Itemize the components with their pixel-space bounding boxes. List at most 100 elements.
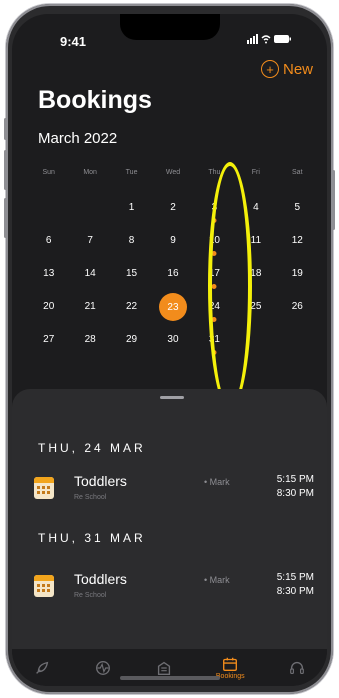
tab-building[interactable] xyxy=(155,659,173,677)
calendar-icon xyxy=(34,477,54,499)
booking-times: 5:15 PM 8:30 PM xyxy=(277,571,314,599)
building-icon xyxy=(157,661,171,675)
booking-title: Toddlers xyxy=(74,473,127,489)
calendar-day-number: 29 xyxy=(126,334,138,345)
calendar-day[interactable]: 8 xyxy=(111,227,152,260)
month-label[interactable]: March 2022 xyxy=(38,130,117,147)
calendar-day[interactable]: 15 xyxy=(111,260,152,293)
calendar-day-number: 1 xyxy=(128,202,135,213)
calendar-day-number: 6 xyxy=(45,235,52,246)
calendar-day[interactable]: 1 xyxy=(111,194,152,227)
calendar-day[interactable]: 16 xyxy=(152,260,193,293)
calendar-day-number: 13 xyxy=(43,268,55,279)
booking-subtitle: Re School xyxy=(74,494,107,501)
volume-down-button xyxy=(4,198,7,238)
tab-rocket[interactable] xyxy=(33,659,51,677)
calendar-day[interactable]: 12 xyxy=(277,227,318,260)
calendar-day-number: 21 xyxy=(84,301,96,312)
calendar-icon xyxy=(34,575,54,597)
calendar-day[interactable]: 27 xyxy=(28,326,69,359)
calendar-day[interactable]: 2 xyxy=(152,194,193,227)
booking-start: 5:15 PM xyxy=(276,474,314,485)
new-booking-button[interactable]: + New xyxy=(260,60,313,78)
booking-start: 5:15 PM xyxy=(276,572,314,583)
sheet-grabber[interactable] xyxy=(160,396,184,399)
calendar-icon xyxy=(223,657,238,671)
weekday-label: Sun xyxy=(42,169,55,176)
calendar-day[interactable]: 21 xyxy=(69,293,110,326)
new-booking-label: New xyxy=(282,60,313,78)
calendar-day-number: 28 xyxy=(84,334,96,345)
booking-item[interactable]: Toddlers Re School • Mark 5:15 PM 8:30 P… xyxy=(34,473,314,513)
calendar-empty-cell xyxy=(277,326,318,359)
booking-item[interactable]: Toddlers Re School • Mark 5:15 PM 8:30 P… xyxy=(34,571,314,611)
notch xyxy=(120,14,220,40)
calendar-day-number: 15 xyxy=(126,268,138,279)
calendar-day-number: 20 xyxy=(43,301,55,312)
calendar-day-number: 14 xyxy=(84,268,96,279)
calendar-empty-cell xyxy=(69,194,110,227)
tab-activity[interactable] xyxy=(94,659,112,677)
calendar-day[interactable]: 19 xyxy=(277,260,318,293)
booking-times: 5:15 PM 8:30 PM xyxy=(277,473,314,501)
calendar-day-number: 8 xyxy=(128,235,135,246)
power-button xyxy=(332,170,335,230)
weekday-label: Wed xyxy=(165,169,181,176)
weekday-label: Sat xyxy=(292,169,303,176)
bookings-sheet: THU, 24 MAR Toddlers Re School • Mark 5:… xyxy=(12,389,327,649)
calendar-day-number: 2 xyxy=(170,202,176,213)
calendar-day[interactable]: 28 xyxy=(69,326,110,359)
booking-person: • Mark xyxy=(204,477,230,487)
booking-person: • Mark xyxy=(204,575,230,585)
signal-wifi-battery-icon xyxy=(247,34,291,44)
calendar-day-number: 22 xyxy=(126,301,138,312)
support-icon xyxy=(289,661,304,674)
tab-bookings-label: Bookings xyxy=(215,673,245,680)
calendar-day[interactable]: 5 xyxy=(277,194,318,227)
booking-title: Toddlers xyxy=(74,571,127,587)
booking-end: 8:30 PM xyxy=(276,488,314,499)
calendar-day[interactable]: 30 xyxy=(152,326,193,359)
calendar-day-number: 11 xyxy=(250,235,262,246)
calendar-day[interactable]: 7 xyxy=(69,227,110,260)
annotation-ellipse xyxy=(208,162,252,410)
status-icons xyxy=(247,34,291,47)
calendar-grid: 1 2 3 4 5 6 7 8 9 10 11 12 13 14 15 16 17 18 19 20 21 22 23 24 2… xyxy=(28,194,318,359)
page-title: Bookings xyxy=(38,86,152,114)
app-screen: 9:41 + New Bookings March 2022 Sun Mon Tue… xyxy=(12,14,327,686)
home-indicator xyxy=(120,676,220,680)
calendar-day-number: 27 xyxy=(43,334,55,345)
calendar-empty-cell xyxy=(28,194,69,227)
plus-circle-icon: + xyxy=(260,60,279,78)
calendar-day-number: 30 xyxy=(167,334,179,345)
weekday-label: Mon xyxy=(83,169,97,176)
calendar-day-number: 5 xyxy=(294,202,301,213)
activity-icon xyxy=(96,660,111,675)
status-time: 9:41 xyxy=(60,34,87,49)
tab-bookings[interactable]: Bookings xyxy=(216,655,245,680)
weekday-header: Sun Mon Tue Wed Thu Fri Sat xyxy=(28,169,318,176)
calendar-day[interactable]: 23 xyxy=(152,293,193,326)
calendar-day-number: 12 xyxy=(291,235,303,246)
volume-up-button xyxy=(4,150,7,190)
calendar-day-number: 4 xyxy=(253,202,259,213)
calendar-day[interactable]: 14 xyxy=(69,260,110,293)
calendar-day[interactable]: 26 xyxy=(277,293,318,326)
calendar-day-number: 25 xyxy=(250,301,262,312)
calendar-day[interactable]: 29 xyxy=(111,326,152,359)
calendar-day-number: 9 xyxy=(170,235,176,246)
calendar-day[interactable]: 9 xyxy=(152,227,193,260)
booking-date-header: THU, 31 MAR xyxy=(38,531,146,545)
calendar-day[interactable]: 6 xyxy=(28,227,69,260)
booking-subtitle: Re School xyxy=(74,592,107,599)
calendar-day[interactable]: 20 xyxy=(28,293,69,326)
weekday-label: Fri xyxy=(251,169,260,176)
weekday-label: Tue xyxy=(125,169,138,176)
calendar-day[interactable]: 13 xyxy=(28,260,69,293)
calendar-day-number: 26 xyxy=(291,301,303,312)
calendar-day-number: 23 xyxy=(158,293,187,321)
calendar-day-number: 16 xyxy=(167,268,179,279)
calendar-day[interactable]: 22 xyxy=(111,293,152,326)
booking-end: 8:30 PM xyxy=(276,586,314,597)
tab-support[interactable] xyxy=(288,659,306,677)
